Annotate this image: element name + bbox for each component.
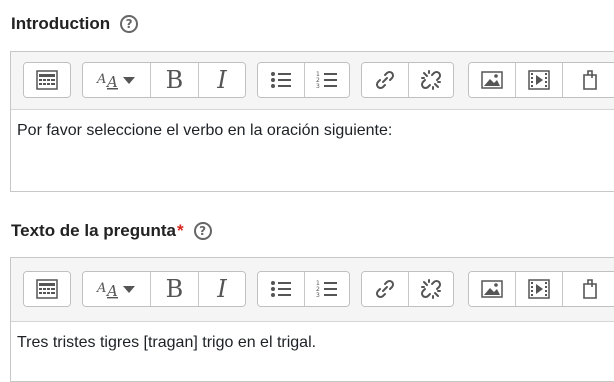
toolbar-group-lists: 123 — [257, 62, 350, 98]
ordered-list-button[interactable]: 123 — [304, 63, 349, 97]
introduction-label-row: Introduction ? — [11, 14, 139, 34]
ordered-list-icon: 123 — [316, 279, 338, 299]
media-button[interactable] — [516, 63, 563, 97]
ordered-list-button[interactable]: 123 — [304, 272, 349, 306]
unordered-list-icon — [270, 279, 292, 299]
link-icon — [374, 69, 396, 91]
help-icon[interactable]: ? — [193, 222, 212, 240]
manage-files-button[interactable] — [563, 63, 614, 97]
toolbar-toggle-button[interactable] — [24, 272, 70, 306]
unordered-list-button[interactable] — [258, 63, 305, 97]
image-icon — [481, 70, 503, 90]
unlink-button[interactable] — [408, 272, 453, 306]
bold-button[interactable]: B — [151, 63, 199, 97]
toolbar-toggle-icon — [36, 279, 58, 299]
unlink-button[interactable] — [408, 63, 453, 97]
question-text-content[interactable]: Tres tristes tigres [tragan] trigo en el… — [11, 322, 614, 354]
media-icon — [528, 279, 550, 299]
svg-text:3: 3 — [316, 83, 320, 90]
manage-files-icon — [580, 278, 600, 300]
toolbar-group-links — [361, 271, 454, 307]
toolbar-toggle-button[interactable] — [24, 63, 70, 97]
media-icon — [528, 70, 550, 90]
image-button[interactable] — [469, 63, 516, 97]
svg-text:3: 3 — [316, 292, 320, 299]
help-icon[interactable]: ? — [120, 15, 139, 33]
bold-button[interactable]: B — [151, 272, 199, 306]
image-button[interactable] — [469, 272, 516, 306]
link-button[interactable] — [362, 272, 409, 306]
unordered-list-button[interactable] — [258, 272, 305, 306]
toolbar-group-media — [468, 62, 614, 98]
introduction-content[interactable]: Por favor seleccione el verbo en la orac… — [11, 110, 614, 142]
unlink-icon — [420, 69, 442, 91]
font-size-icon: AA — [95, 69, 139, 91]
toolbar-group-lists: 123 — [257, 271, 350, 307]
editor-toolbar: AA B I 123 — [11, 258, 614, 322]
introduction-editor: AA B I 123 Por favor seleccione el verbo… — [10, 51, 614, 192]
toolbar-group-media — [468, 271, 614, 307]
link-button[interactable] — [362, 63, 409, 97]
font-size-button[interactable]: AA — [83, 63, 151, 97]
manage-files-button[interactable] — [563, 272, 614, 306]
toolbar-group-links — [361, 62, 454, 98]
media-button[interactable] — [516, 272, 563, 306]
question-text-label: Texto de la pregunta — [11, 221, 176, 240]
toolbar-group-text: AA B I — [82, 271, 246, 307]
link-icon — [374, 278, 396, 300]
image-icon — [481, 279, 503, 299]
required-marker: * — [177, 221, 184, 240]
italic-button[interactable]: I — [199, 63, 245, 97]
unlink-icon — [420, 278, 442, 300]
svg-text:A: A — [96, 281, 106, 296]
svg-text:A: A — [96, 72, 106, 87]
toolbar-group-toggle — [23, 271, 71, 307]
question-text-editor: AA B I 123 Tres tristes tigres [tragan] … — [10, 257, 614, 382]
font-size-button[interactable]: AA — [83, 272, 151, 306]
editor-toolbar: AA B I 123 — [11, 52, 614, 110]
italic-button[interactable]: I — [199, 272, 245, 306]
font-size-icon: AA — [95, 278, 139, 300]
ordered-list-icon: 123 — [316, 70, 338, 90]
toolbar-group-toggle — [23, 62, 71, 98]
unordered-list-icon — [270, 70, 292, 90]
toolbar-toggle-icon — [36, 70, 58, 90]
introduction-label: Introduction — [11, 14, 111, 33]
toolbar-group-text: AA B I — [82, 62, 246, 98]
question-text-label-row: Texto de la pregunta * ? — [11, 221, 212, 241]
manage-files-icon — [580, 69, 600, 91]
